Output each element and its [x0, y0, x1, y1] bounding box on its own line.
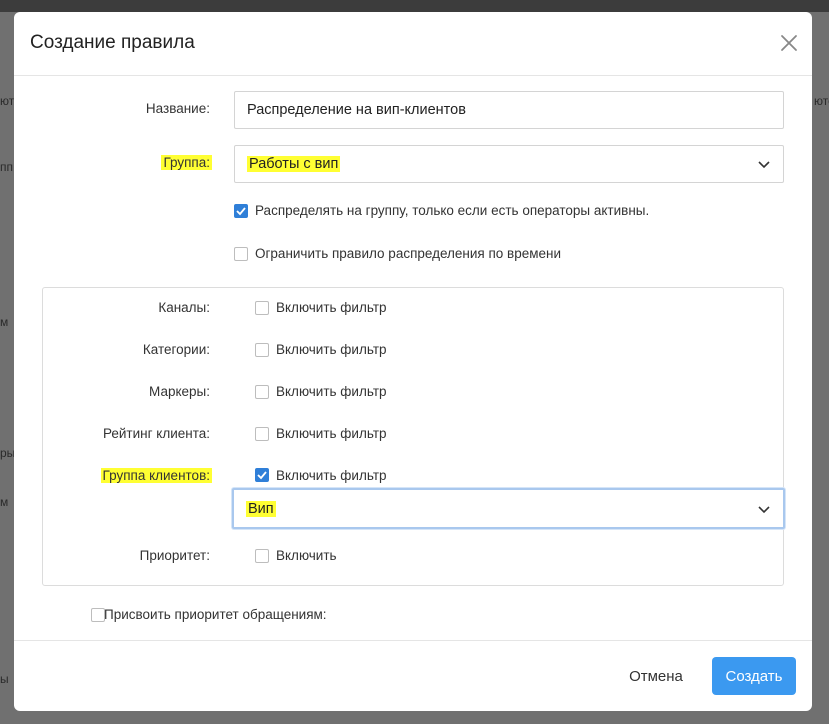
name-input-value: Распределение на вип-клиентов	[247, 102, 466, 118]
dialog-title: Создание правила	[30, 32, 195, 53]
assign-priority-checkbox[interactable]	[91, 608, 105, 622]
cancel-button[interactable]: Отмена	[621, 657, 691, 695]
background-text: ются	[814, 94, 829, 108]
markers-filter-label: Включить фильтр	[276, 384, 387, 399]
limit-time-label: Ограничить правило распределения по врем…	[255, 246, 562, 261]
background-top-bar	[0, 0, 829, 12]
markers-filter-checkbox[interactable]	[255, 385, 269, 399]
chevron-down-icon	[758, 161, 770, 169]
client-group-filter-checkbox[interactable]	[255, 468, 269, 482]
dialog-footer: Отмена Создать	[14, 640, 812, 711]
dialog-header: Создание правила	[14, 12, 812, 76]
create-button[interactable]: Создать	[712, 657, 796, 695]
client-group-select[interactable]: Вип	[232, 488, 785, 529]
distribute-active-label: Распределять на группу, только если есть…	[255, 203, 650, 218]
background-text: ы	[0, 672, 9, 686]
distribute-active-checkbox[interactable]	[234, 204, 248, 218]
categories-filter-checkbox[interactable]	[255, 343, 269, 357]
rating-filter-label: Включить фильтр	[276, 426, 387, 441]
create-rule-dialog: Создание правила Название: Распределение…	[14, 12, 812, 711]
group-label: Группа:	[161, 155, 212, 170]
categories-label: Категории:	[142, 342, 210, 357]
name-label: Название:	[145, 101, 210, 116]
background-text: м	[0, 315, 9, 329]
priority-label: Приоритет:	[139, 548, 210, 563]
priority-enable-checkbox[interactable]	[255, 549, 269, 563]
group-select[interactable]: Работы с вип	[234, 145, 784, 183]
rating-label: Рейтинг клиента:	[102, 426, 210, 441]
rating-filter-checkbox[interactable]	[255, 427, 269, 441]
markers-label: Маркеры:	[149, 384, 210, 399]
client-group-label: Группа клиентов:	[100, 468, 212, 483]
chevron-down-icon	[758, 505, 770, 513]
checkmark-icon	[236, 207, 246, 216]
close-icon	[781, 35, 797, 51]
channels-filter-label: Включить фильтр	[276, 300, 387, 315]
channels-label: Каналы:	[158, 300, 210, 315]
categories-filter-label: Включить фильтр	[276, 342, 387, 357]
close-button[interactable]	[778, 32, 800, 54]
client-group-filter-label: Включить фильтр	[276, 468, 387, 483]
background-text: м	[0, 495, 9, 509]
name-input[interactable]: Распределение на вип-клиентов	[234, 91, 784, 129]
limit-time-checkbox[interactable]	[234, 247, 248, 261]
priority-enable-label: Включить	[276, 548, 337, 563]
checkmark-icon	[257, 471, 267, 480]
channels-filter-checkbox[interactable]	[255, 301, 269, 315]
group-select-value: Работы с вип	[247, 156, 341, 172]
assign-priority-label: Присвоить приоритет обращениям:	[104, 607, 327, 622]
client-group-select-value: Вип	[246, 500, 276, 517]
background-text: пп	[0, 160, 13, 174]
